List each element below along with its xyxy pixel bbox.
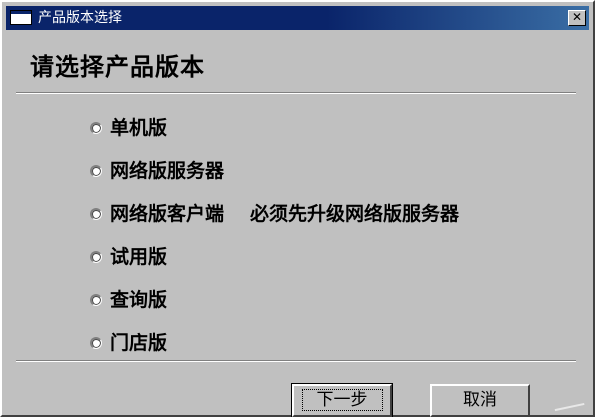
- option-query[interactable]: 查询版: [90, 278, 459, 321]
- option-note: 必须先升级网络版服务器: [250, 202, 460, 225]
- page-title: 请选择产品版本: [30, 53, 205, 81]
- option-label: 试用版: [110, 245, 168, 268]
- top-divider: [16, 92, 576, 94]
- radio-icon[interactable]: [90, 250, 102, 263]
- option-standalone[interactable]: 单机版: [90, 106, 459, 149]
- option-label: 网络版服务器: [110, 159, 225, 182]
- bottom-divider: [16, 360, 576, 362]
- window-app-icon: [10, 10, 32, 25]
- radio-icon[interactable]: [90, 293, 102, 306]
- option-label: 门店版: [110, 331, 168, 354]
- radio-icon[interactable]: [90, 164, 102, 177]
- close-button[interactable]: ✕: [568, 10, 586, 26]
- window-title: 产品版本选择: [38, 10, 122, 26]
- version-select-dialog: 产品版本选择 ✕ 请选择产品版本 单机版 网络版服务器 网络版客户端 必须先升级…: [0, 0, 595, 417]
- next-button-label: 下一步: [301, 389, 383, 411]
- option-network-client[interactable]: 网络版客户端 必须先升级网络版服务器: [90, 192, 459, 235]
- next-button[interactable]: 下一步: [291, 383, 393, 417]
- corner-mark: [554, 402, 586, 416]
- version-options: 单机版 网络版服务器 网络版客户端 必须先升级网络版服务器 试用版 查询版 门店…: [90, 106, 459, 364]
- option-trial[interactable]: 试用版: [90, 235, 459, 278]
- option-network-server[interactable]: 网络版服务器: [90, 149, 459, 192]
- option-label: 单机版: [110, 116, 168, 139]
- option-label: 网络版客户端: [110, 202, 225, 225]
- radio-icon[interactable]: [90, 207, 102, 220]
- option-label: 查询版: [110, 288, 168, 311]
- radio-icon[interactable]: [90, 336, 102, 349]
- cancel-button[interactable]: 取消: [430, 384, 530, 417]
- radio-icon[interactable]: [90, 121, 102, 134]
- option-store[interactable]: 门店版: [90, 321, 459, 364]
- title-bar[interactable]: 产品版本选择 ✕: [6, 6, 589, 30]
